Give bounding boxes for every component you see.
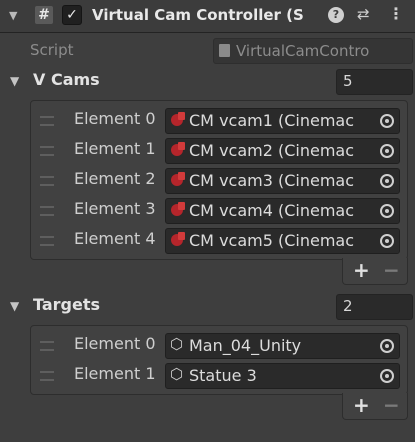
targets-header: ▼ Targets 2: [0, 294, 415, 320]
list-item: Element 0 CM vcam1 (Cinemac: [31, 105, 407, 135]
element-label: Element 1: [74, 139, 156, 158]
drag-handle-icon[interactable]: [40, 236, 54, 246]
vcams-list: Element 0 CM vcam1 (Cinemac Element 1 CM…: [30, 100, 408, 260]
element-label: Element 0: [74, 109, 156, 128]
object-field[interactable]: ⬡ Statue 3: [165, 363, 400, 389]
object-picker-icon[interactable]: [375, 109, 399, 133]
object-picker-icon[interactable]: [375, 364, 399, 388]
element-label: Element 4: [74, 229, 156, 248]
script-label: Script: [30, 41, 74, 59]
vcams-remove-button[interactable]: −: [383, 258, 400, 282]
object-field[interactable]: CM vcam1 (Cinemac: [165, 108, 400, 134]
presets-icon[interactable]: ⇄: [357, 5, 370, 23]
object-picker-icon[interactable]: [375, 169, 399, 193]
cinemachine-camera-icon: [171, 172, 185, 186]
component-title: Virtual Cam Controller (S: [92, 6, 304, 24]
help-icon[interactable]: ?: [328, 7, 344, 23]
script-file-icon: [219, 44, 230, 57]
context-menu-icon[interactable]: ⋮: [388, 4, 404, 23]
targets-list-footer: + −: [342, 393, 408, 420]
object-field-value: Statue 3: [189, 366, 257, 385]
cinemachine-camera-icon: [171, 142, 185, 156]
script-field[interactable]: VirtualCamContro: [213, 38, 413, 64]
script-value: VirtualCamContro: [236, 42, 370, 60]
targets-size-value: 2: [343, 297, 353, 315]
vcams-list-footer: + −: [342, 258, 408, 285]
vcams-fold-arrow-icon[interactable]: ▼: [10, 74, 19, 88]
object-picker-icon[interactable]: [375, 229, 399, 253]
drag-handle-icon[interactable]: [40, 371, 54, 381]
drag-handle-icon[interactable]: [40, 146, 54, 156]
element-label: Element 1: [74, 364, 156, 383]
targets-remove-button[interactable]: −: [383, 393, 400, 417]
gameobject-cube-icon: ⬡: [170, 365, 184, 383]
vcams-size-input[interactable]: 5: [336, 69, 413, 95]
list-item: Element 3 CM vcam4 (Cinemac: [31, 195, 407, 225]
object-field-value: CM vcam3 (Cinemac: [189, 171, 355, 190]
object-field[interactable]: CM vcam3 (Cinemac: [165, 168, 400, 194]
element-label: Element 0: [74, 334, 156, 353]
component-fold-arrow-icon[interactable]: ▼: [9, 9, 17, 22]
cinemachine-camera-icon: [171, 232, 185, 246]
vcams-size-value: 5: [343, 72, 353, 90]
script-component-icon: #: [35, 6, 53, 24]
element-label: Element 2: [74, 169, 156, 188]
object-field[interactable]: ⬡ Man_04_Unity: [165, 333, 400, 359]
object-field[interactable]: CM vcam5 (Cinemac: [165, 228, 400, 254]
drag-handle-icon[interactable]: [40, 206, 54, 216]
component-header: ▼ # ✓ Virtual Cam Controller (S ? ⇄ ⋮: [0, 0, 415, 33]
object-field-value: CM vcam5 (Cinemac: [189, 231, 355, 250]
object-field-value: CM vcam4 (Cinemac: [189, 201, 355, 220]
object-field[interactable]: CM vcam2 (Cinemac: [165, 138, 400, 164]
list-item: Element 4 CM vcam5 (Cinemac: [31, 225, 407, 255]
cinemachine-camera-icon: [171, 202, 185, 216]
targets-size-input[interactable]: 2: [336, 294, 413, 320]
drag-handle-icon[interactable]: [40, 176, 54, 186]
vcams-add-button[interactable]: +: [353, 258, 370, 282]
list-item: Element 2 CM vcam3 (Cinemac: [31, 165, 407, 195]
list-item: Element 1 ⬡ Statue 3: [31, 360, 407, 390]
list-item: Element 0 ⬡ Man_04_Unity: [31, 330, 407, 360]
object-field-value: CM vcam2 (Cinemac: [189, 141, 355, 160]
drag-handle-icon[interactable]: [40, 341, 54, 351]
object-field-value: CM vcam1 (Cinemac: [189, 111, 355, 130]
vcams-header: ▼ V Cams 5: [0, 69, 415, 95]
element-label: Element 3: [74, 199, 156, 218]
vcams-label[interactable]: V Cams: [33, 70, 100, 89]
targets-label[interactable]: Targets: [33, 295, 100, 314]
targets-list: Element 0 ⬡ Man_04_Unity Element 1 ⬡ Sta…: [30, 325, 408, 395]
object-field-value: Man_04_Unity: [189, 336, 302, 355]
component-enabled-checkbox[interactable]: ✓: [62, 5, 82, 25]
object-picker-icon[interactable]: [375, 334, 399, 358]
list-item: Element 1 CM vcam2 (Cinemac: [31, 135, 407, 165]
targets-fold-arrow-icon[interactable]: ▼: [10, 299, 19, 313]
cinemachine-camera-icon: [171, 112, 185, 126]
gameobject-cube-icon: ⬡: [170, 335, 184, 353]
object-picker-icon[interactable]: [375, 139, 399, 163]
object-picker-icon[interactable]: [375, 199, 399, 223]
targets-add-button[interactable]: +: [353, 393, 370, 417]
drag-handle-icon[interactable]: [40, 116, 54, 126]
object-field[interactable]: CM vcam4 (Cinemac: [165, 198, 400, 224]
